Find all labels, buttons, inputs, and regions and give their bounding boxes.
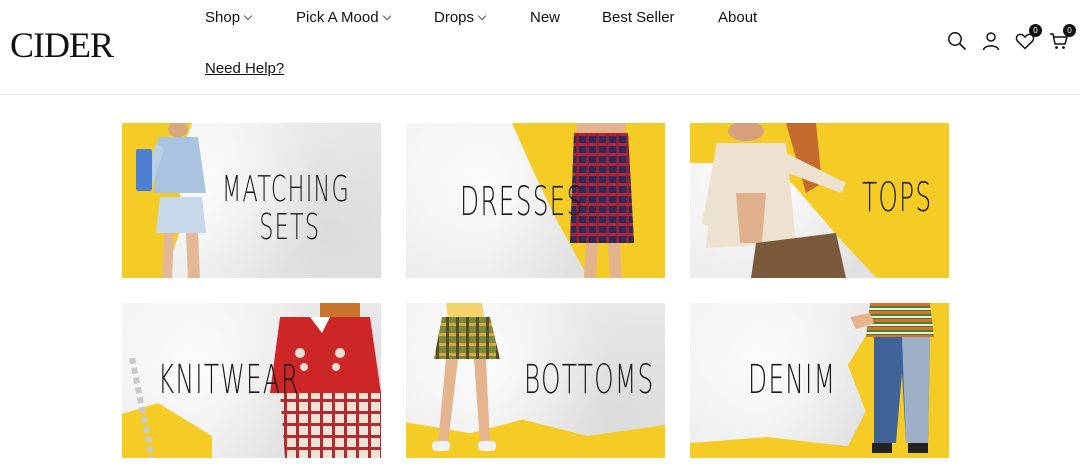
category-tile-matching-sets[interactable]: Matching Sets xyxy=(122,123,381,278)
category-label: Dresses xyxy=(460,179,584,225)
nav-best-seller[interactable]: Best Seller xyxy=(602,9,675,26)
nav-about[interactable]: About xyxy=(718,9,757,26)
category-grid: Matching Sets Dresses xyxy=(122,123,950,458)
cart-count-badge: 0 xyxy=(1063,24,1076,37)
nav-new-label: New xyxy=(530,9,561,26)
category-label: Matching Sets xyxy=(222,171,350,247)
user-icon xyxy=(982,32,1000,51)
nav-drops-label: Drops xyxy=(434,9,475,26)
nav-drops[interactable]: Drops xyxy=(434,9,487,26)
model-skirt-image xyxy=(432,303,500,451)
brand-logo[interactable]: CIDER xyxy=(10,24,114,66)
chevron-down-icon xyxy=(477,11,487,20)
chevron-down-icon xyxy=(382,11,391,20)
category-label: Tops xyxy=(862,175,933,221)
category-tile-dresses[interactable]: Dresses xyxy=(406,123,665,278)
account-button[interactable] xyxy=(980,30,1002,52)
nav-about-label: About xyxy=(718,9,758,26)
search-icon xyxy=(948,32,966,50)
site-header: CIDER Shop Pick A Mood Drops New Best Se… xyxy=(0,0,1080,95)
header-actions: 0 0 xyxy=(946,24,1076,52)
category-label-line2: Sets xyxy=(259,206,321,248)
category-tile-denim[interactable]: Denim xyxy=(690,303,949,458)
need-help-link[interactable]: Need Help? xyxy=(205,60,284,77)
paperclip-chain-image xyxy=(129,358,155,458)
cart-button[interactable]: 0 xyxy=(1048,24,1076,52)
search-button[interactable] xyxy=(946,30,968,52)
category-label: Denim xyxy=(748,357,837,403)
nav-shop[interactable]: Shop xyxy=(205,9,253,26)
model-matching-set-image xyxy=(136,123,206,278)
nav-best-seller-label: Best Seller xyxy=(602,9,675,26)
category-tile-tops[interactable]: Tops xyxy=(690,123,949,278)
wishlist-count-badge: 0 xyxy=(1029,24,1042,37)
nav-shop-label: Shop xyxy=(205,9,241,26)
chevron-down-icon xyxy=(243,11,253,20)
category-label: Knitwear xyxy=(158,357,300,403)
model-top-image xyxy=(702,123,846,278)
nav-new[interactable]: New xyxy=(530,9,560,26)
category-label-line1: Matching xyxy=(222,169,350,210)
category-tile-knitwear[interactable]: Knitwear xyxy=(122,303,381,458)
category-label: Bottoms xyxy=(524,357,655,403)
nav-pick-a-mood-label: Pick A Mood xyxy=(296,9,379,26)
wishlist-button[interactable]: 0 xyxy=(1014,24,1042,52)
nav-pick-a-mood[interactable]: Pick A Mood xyxy=(296,9,391,26)
category-tile-bottoms[interactable]: Bottoms xyxy=(406,303,665,458)
model-denim-image xyxy=(850,303,934,453)
